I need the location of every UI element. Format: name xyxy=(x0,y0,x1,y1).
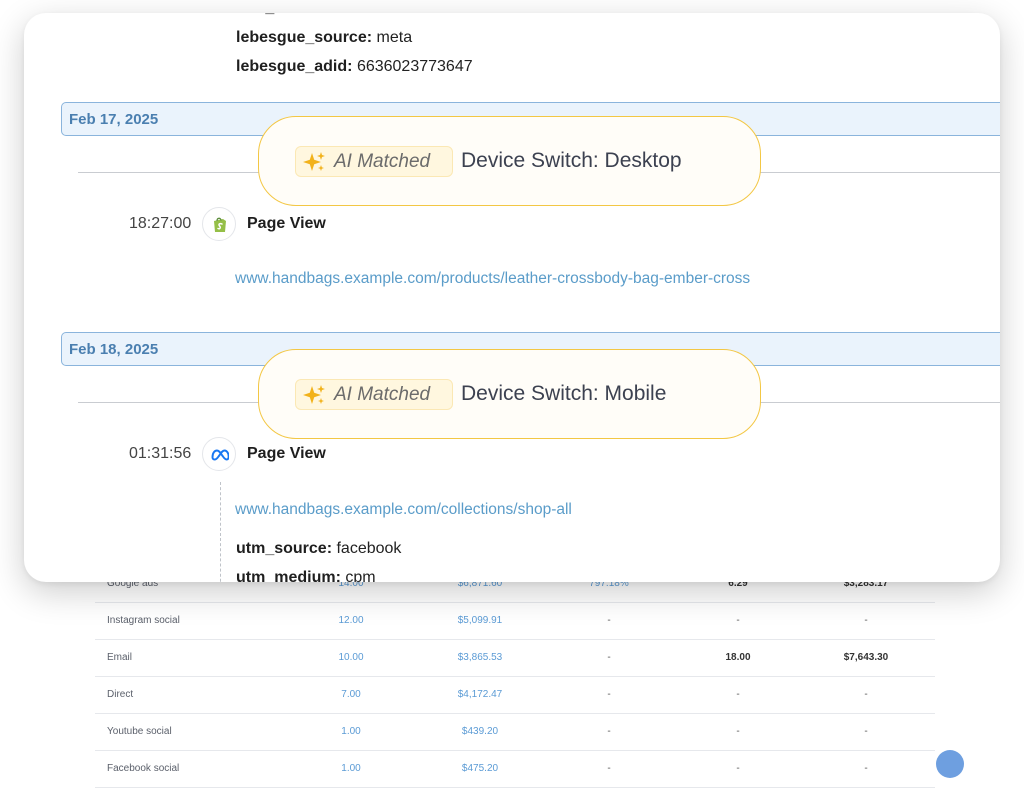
event-name: Page View xyxy=(247,215,326,232)
value-cell: - xyxy=(736,615,740,626)
param-row: utm_content: 6636036041247 xyxy=(236,13,457,17)
param-row: utm_source: facebook xyxy=(236,540,401,558)
ai-matched-label: AI Matched xyxy=(334,384,431,405)
value-cell: - xyxy=(736,726,740,737)
param-value: 6636023773647 xyxy=(356,58,473,75)
event-source-badge xyxy=(202,207,236,241)
param-row: utm_medium: cpm xyxy=(236,569,376,582)
value-cell: $5,099.91 xyxy=(457,615,503,626)
value-cell: 1.00 xyxy=(341,726,361,737)
channel-cell: Direct xyxy=(107,689,134,700)
value-cell: $3,865.53 xyxy=(457,652,503,663)
sparkle-icon xyxy=(303,385,325,404)
event-name: Page View xyxy=(247,445,326,462)
value-cell: - xyxy=(864,763,868,774)
table-row: Facebook social 1.00 $475.20 - - - xyxy=(95,751,935,788)
param-key: utm_content: xyxy=(236,13,337,16)
event-url-link[interactable]: www.handbags.example.com/collections/sho… xyxy=(235,500,572,520)
value-cell: 12.00 xyxy=(338,615,364,626)
param-key: utm_medium: xyxy=(236,569,341,582)
table-row: Direct 7.00 $4,172.47 - - - xyxy=(95,677,935,714)
customer-journey-card: utm_content: 6636036041247 lebesgue_sour… xyxy=(24,13,1000,582)
ai-match-banner: AI Matched Device Switch: Mobile xyxy=(258,349,761,439)
value-cell: 7.00 xyxy=(341,689,361,700)
table-row: Instagram social 12.00 $5,099.91 - - - xyxy=(95,603,935,640)
value-cell: - xyxy=(736,763,740,774)
value-cell: - xyxy=(864,689,868,700)
value-cell: - xyxy=(736,689,740,700)
value-cell: - xyxy=(607,689,611,700)
value-cell: - xyxy=(607,726,611,737)
value-cell: $439.20 xyxy=(461,726,499,737)
value-cell: - xyxy=(607,615,611,626)
value-cell: $4,172.47 xyxy=(457,689,503,700)
value-cell: - xyxy=(864,615,868,626)
event-url-link[interactable]: www.handbags.example.com/products/leathe… xyxy=(235,269,750,289)
param-row: lebesgue_adid: 6636023773647 xyxy=(236,58,473,76)
value-cell: - xyxy=(607,763,611,774)
timeline-connector xyxy=(220,482,221,582)
value-cell: - xyxy=(607,652,611,663)
sparkle-icon xyxy=(303,152,325,171)
value-cell: 18.00 xyxy=(725,652,751,663)
value-cell: - xyxy=(864,726,868,737)
match-title: Device Switch: Mobile xyxy=(461,382,667,405)
param-key: utm_source: xyxy=(236,540,333,557)
param-key: lebesgue_adid: xyxy=(236,58,353,75)
ai-matched-badge: AI Matched xyxy=(295,146,453,177)
channel-table: Google ads 14.00 $6,871.60 797.18% 6.29 … xyxy=(95,566,935,788)
param-key: lebesgue_source: xyxy=(236,29,373,46)
channel-cell: Instagram social xyxy=(107,615,180,626)
table-row: Email 10.00 $3,865.53 - 18.00 $7,643.30 xyxy=(95,640,935,677)
match-title: Device Switch: Desktop xyxy=(461,149,682,172)
ai-match-banner: AI Matched Device Switch: Desktop xyxy=(258,116,761,206)
event-time: 01:31:56 xyxy=(129,445,192,462)
value-cell: 1.00 xyxy=(341,763,361,774)
param-value: cpm xyxy=(345,569,376,582)
chat-launcher-button[interactable] xyxy=(936,750,964,778)
ai-matched-label: AI Matched xyxy=(334,151,431,172)
param-value: meta xyxy=(376,29,413,46)
date-label: Feb 17, 2025 xyxy=(69,111,159,128)
value-cell: $7,643.30 xyxy=(843,652,889,663)
channel-cell: Facebook social xyxy=(107,763,180,774)
date-label: Feb 18, 2025 xyxy=(69,341,159,358)
shopify-icon xyxy=(214,217,226,232)
ai-matched-badge: AI Matched xyxy=(295,379,453,410)
param-value: 6636036041247 xyxy=(342,13,458,16)
channel-cell: Youtube social xyxy=(107,726,172,737)
channel-cell: Email xyxy=(107,652,133,663)
value-cell: 10.00 xyxy=(338,652,364,663)
event-time: 18:27:00 xyxy=(129,215,192,232)
param-row: lebesgue_source: meta xyxy=(236,29,412,47)
meta-icon xyxy=(211,449,229,461)
event-source-badge xyxy=(202,437,236,471)
value-cell: $475.20 xyxy=(461,763,499,774)
table-row: Youtube social 1.00 $439.20 - - - xyxy=(95,714,935,751)
param-value: facebook xyxy=(336,540,402,557)
